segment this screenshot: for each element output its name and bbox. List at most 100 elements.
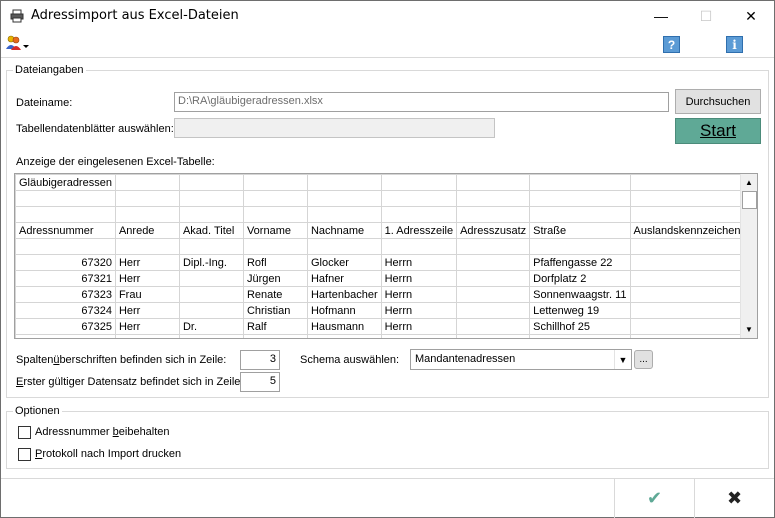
table-cell[interactable]: Frau — [114, 286, 180, 303]
table-row[interactable]: 67320 Herr Dipl.-Ing. Rofl Glocker Herrn Pfaff… — [15, 254, 745, 271]
cancel-x-icon[interactable]: ✖ — [694, 479, 774, 518]
info-icon[interactable]: i — [726, 36, 743, 53]
table-cell[interactable]: 67320 — [15, 254, 116, 271]
table-row[interactable]: Adressnummer Anrede Akad. Titel Vorname Nach… — [15, 222, 745, 239]
help-icon[interactable]: ? — [663, 36, 680, 53]
table-cell[interactable] — [15, 334, 116, 338]
table-cell[interactable] — [629, 334, 745, 338]
table-cell[interactable]: Herr — [114, 270, 180, 287]
table-cell[interactable]: Adressnummer — [15, 222, 116, 239]
start-button[interactable]: Start — [675, 118, 761, 144]
table-cell[interactable] — [15, 238, 116, 255]
table-row[interactable]: 67321 Herr Jürgen Hafner Herrn Dorfplatz 2 — [15, 270, 745, 287]
table-row[interactable]: 67324 Herr Christian Hofmann Herrn Lettenweg … — [15, 302, 745, 319]
table-cell[interactable] — [529, 238, 631, 255]
spaltenueberschriften-zeile-input[interactable]: 3 — [240, 350, 280, 370]
table-cell[interactable] — [114, 334, 180, 338]
table-cell[interactable]: 1. Adresszeile — [380, 222, 458, 239]
schema-more-button[interactable]: ... — [634, 350, 653, 369]
table-cell[interactable] — [456, 254, 531, 271]
table-row[interactable]: Gläubigeradressen — [15, 174, 745, 191]
table-cell[interactable]: 67323 — [15, 286, 116, 303]
scroll-thumb[interactable] — [742, 191, 757, 209]
table-cell[interactable] — [629, 238, 745, 255]
table-cell[interactable] — [114, 238, 180, 255]
table-cell[interactable]: Schillhof 25 — [529, 318, 631, 335]
table-row[interactable] — [15, 334, 745, 338]
table-cell[interactable] — [456, 206, 531, 223]
table-cell[interactable]: Hofmann — [306, 302, 382, 319]
table-cell[interactable]: 67321 — [15, 270, 116, 287]
chevron-down-icon[interactable]: ▼ — [614, 350, 631, 369]
table-cell[interactable] — [15, 206, 116, 223]
table-cell[interactable] — [15, 190, 116, 207]
table-row[interactable]: 67323 Frau Renate Hartenbacher Herrn Sonnenwa… — [15, 286, 745, 303]
protokoll-drucken-checkbox[interactable] — [18, 448, 31, 461]
grid-vertical-scrollbar[interactable]: ▲ ▼ — [740, 174, 757, 338]
table-cell[interactable]: Sonnenwaagstr. 11 — [529, 286, 631, 303]
table-row[interactable] — [15, 238, 745, 255]
table-cell[interactable] — [306, 206, 382, 223]
table-cell[interactable]: Herr — [114, 318, 180, 335]
table-cell[interactable]: Herrn — [380, 254, 458, 271]
table-cell[interactable]: Herrn — [380, 318, 458, 335]
tabellenblaetter-select[interactable] — [174, 118, 495, 138]
table-cell[interactable] — [380, 190, 458, 207]
table-cell[interactable] — [629, 318, 745, 335]
table-cell[interactable] — [456, 190, 531, 207]
table-cell[interactable] — [629, 286, 745, 303]
table-cell[interactable]: Dipl.-Ing. — [178, 254, 244, 271]
table-cell[interactable]: 67325 — [15, 318, 116, 335]
table-cell[interactable]: Pfaffengasse 22 — [529, 254, 631, 271]
scroll-down-icon[interactable]: ▼ — [741, 321, 757, 338]
table-cell[interactable] — [114, 174, 180, 191]
table-cell[interactable] — [456, 238, 531, 255]
table-cell[interactable] — [242, 190, 308, 207]
table-cell[interactable] — [629, 174, 745, 191]
table-cell[interactable] — [629, 302, 745, 319]
table-cell[interactable] — [114, 190, 180, 207]
table-cell[interactable] — [306, 174, 382, 191]
table-cell[interactable] — [629, 254, 745, 271]
table-row[interactable] — [15, 206, 745, 223]
schema-select[interactable]: Mandantenadressen ▼ — [410, 349, 632, 370]
table-cell[interactable] — [178, 174, 244, 191]
table-cell[interactable]: Hafner — [306, 270, 382, 287]
table-cell[interactable] — [529, 174, 631, 191]
table-cell[interactable] — [306, 238, 382, 255]
ok-check-icon[interactable]: ✔ — [614, 479, 694, 518]
table-cell[interactable]: Ralf — [242, 318, 308, 335]
table-cell[interactable] — [629, 270, 745, 287]
table-cell[interactable]: Adresszusatz — [456, 222, 531, 239]
table-cell[interactable] — [380, 334, 458, 338]
table-cell[interactable]: Glocker — [306, 254, 382, 271]
table-cell[interactable]: Dorfplatz 2 — [529, 270, 631, 287]
table-cell[interactable]: Dr. — [178, 318, 244, 335]
table-cell[interactable]: Hausmann — [306, 318, 382, 335]
table-cell[interactable] — [529, 190, 631, 207]
table-cell[interactable] — [529, 334, 631, 338]
table-cell[interactable] — [178, 334, 244, 338]
adressnummer-beibehalten-label[interactable]: Adressnummer beibehalten — [35, 426, 170, 438]
table-cell[interactable]: 67324 — [15, 302, 116, 319]
table-cell[interactable] — [629, 206, 745, 223]
table-cell[interactable]: Renate — [242, 286, 308, 303]
protokoll-drucken-label[interactable]: Protokoll nach Import drucken — [35, 448, 181, 460]
table-cell[interactable] — [178, 302, 244, 319]
table-cell[interactable] — [629, 190, 745, 207]
table-cell[interactable]: Jürgen — [242, 270, 308, 287]
people-menu-icon[interactable] — [5, 34, 29, 54]
table-cell[interactable]: Christian — [242, 302, 308, 319]
adressnummer-beibehalten-checkbox[interactable] — [18, 426, 31, 439]
minimize-button[interactable]: — — [638, 1, 684, 31]
table-cell[interactable]: Akad. Titel — [178, 222, 244, 239]
table-cell[interactable] — [456, 270, 531, 287]
table-cell[interactable]: Herrn — [380, 286, 458, 303]
table-cell[interactable] — [456, 334, 531, 338]
close-window-button[interactable]: ✕ — [728, 1, 774, 31]
table-cell[interactable]: Vorname — [242, 222, 308, 239]
erster-datensatz-zeile-input[interactable]: 5 — [240, 372, 280, 392]
durchsuchen-button[interactable]: Durchsuchen — [675, 89, 761, 114]
table-cell[interactable] — [456, 318, 531, 335]
table-cell[interactable]: Lettenweg 19 — [529, 302, 631, 319]
